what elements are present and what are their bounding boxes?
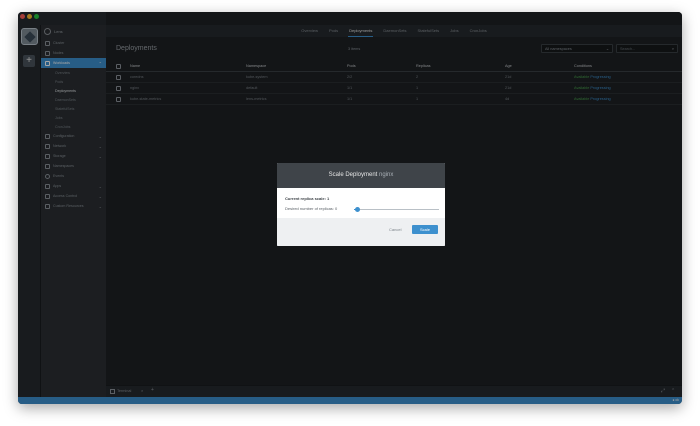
cancel-button[interactable]: Cancel xyxy=(389,227,401,232)
scale-button[interactable]: Scale xyxy=(412,225,438,234)
scale-dialog: Scale Deployment nginx Current replica s… xyxy=(277,163,445,246)
dialog-body: Current replica scale: 1 Desired number … xyxy=(277,188,445,218)
slider-handle[interactable] xyxy=(354,207,360,212)
current-replicas: Current replica scale: 1 xyxy=(285,196,330,201)
replicas-slider[interactable] xyxy=(354,207,439,212)
app-window: minikube + Lens Cluster Nodes Workloads⌃… xyxy=(18,12,682,404)
dialog-footer: Cancel Scale xyxy=(277,218,445,246)
desired-replicas-label: Desired number of replicas: 0 xyxy=(285,206,338,211)
dialog-title: Scale Deployment nginx xyxy=(277,163,445,188)
deployment-name: nginx xyxy=(379,172,394,178)
